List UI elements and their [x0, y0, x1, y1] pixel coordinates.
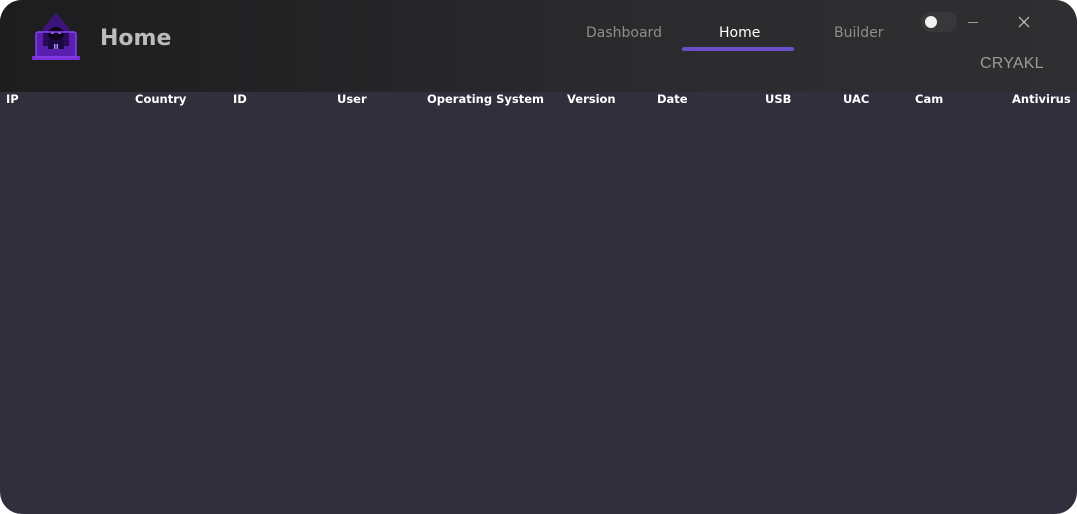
title-bar[interactable]: Home Dashboard Home Builder CRYAKL	[0, 0, 1077, 92]
page-title: Home	[100, 26, 172, 51]
hacker-laptop-logo-icon	[28, 10, 84, 66]
close-button[interactable]	[1012, 10, 1036, 34]
toggle-knob	[925, 16, 937, 28]
tab-builder[interactable]: Builder	[834, 25, 884, 41]
column-header-version[interactable]: Version	[567, 92, 616, 106]
brand-name: CRYAKL	[980, 55, 1044, 72]
close-icon	[1018, 16, 1030, 28]
column-header-operating-system[interactable]: Operating System	[427, 92, 544, 106]
column-header-usb[interactable]: USB	[765, 92, 791, 106]
tab-home[interactable]: Home	[719, 25, 760, 41]
column-header-antivirus[interactable]: Antivirus	[1012, 92, 1071, 106]
table-header: IP Country ID User Operating System Vers…	[0, 92, 1077, 108]
column-header-id[interactable]: ID	[233, 92, 247, 106]
active-tab-indicator	[682, 47, 794, 51]
minimize-button[interactable]	[961, 10, 985, 34]
column-header-ip[interactable]: IP	[6, 92, 19, 106]
column-header-cam[interactable]: Cam	[915, 92, 943, 106]
column-header-user[interactable]: User	[337, 92, 367, 106]
clients-table-body[interactable]	[0, 112, 1077, 514]
column-header-country[interactable]: Country	[135, 92, 186, 106]
column-header-date[interactable]: Date	[657, 92, 688, 106]
column-header-uac[interactable]: UAC	[843, 92, 869, 106]
minimize-icon	[968, 22, 978, 23]
tab-dashboard[interactable]: Dashboard	[586, 25, 662, 41]
app-window: Home Dashboard Home Builder CRYAKL IP Co…	[0, 0, 1077, 514]
theme-toggle[interactable]	[921, 12, 957, 32]
